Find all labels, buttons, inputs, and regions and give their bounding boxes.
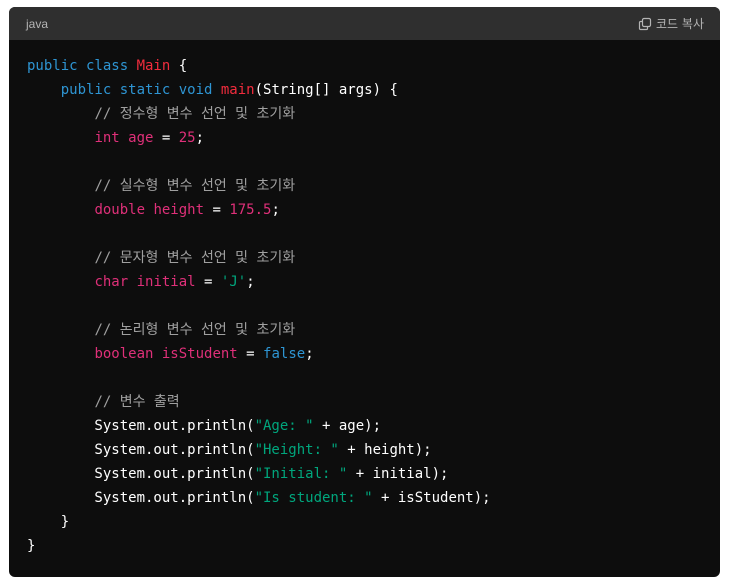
code-token-plain: ; xyxy=(271,202,280,218)
code-line: // 정수형 변수 선언 및 초기화 xyxy=(27,102,720,126)
code-token-string: "Is student: " xyxy=(254,490,373,506)
code-token-plain: (String[] args) { xyxy=(254,82,398,98)
code-token-plain: = xyxy=(237,346,264,362)
code-token-var: height xyxy=(153,202,205,218)
code-token-plain: } xyxy=(27,538,36,554)
copy-icon xyxy=(638,17,652,31)
code-line: public static void main(String[] args) { xyxy=(27,78,720,102)
code-token-plain: = xyxy=(195,274,221,290)
code-token-type: char xyxy=(94,274,137,290)
code-line: System.out.println("Height: " + height); xyxy=(27,438,720,462)
code-line: // 논리형 변수 선언 및 초기화 xyxy=(27,318,720,342)
code-block-header: java 코드 복사 xyxy=(9,7,720,40)
code-token-plain: { xyxy=(170,58,188,74)
code-line: } xyxy=(27,510,720,534)
code-token-plain: ; xyxy=(246,274,255,290)
code-token-var: isStudent xyxy=(161,346,238,362)
code-token-func: main xyxy=(220,82,255,98)
copy-code-label: 코드 복사 xyxy=(656,17,704,31)
code-token-comment: // 변수 출력 xyxy=(94,394,180,410)
code-line: public class Main { xyxy=(27,54,720,78)
code-token-string: "Height: " xyxy=(254,442,339,458)
code-token-string: 'J' xyxy=(220,274,247,290)
code-line: boolean isStudent = false; xyxy=(27,342,720,366)
code-token-plain: ; xyxy=(195,130,205,146)
code-token-keyword: public class xyxy=(27,58,137,74)
code-token-plain: + initial); xyxy=(347,466,449,482)
code-token-comment: // 정수형 변수 선언 및 초기화 xyxy=(94,106,296,122)
code-token-plain: ; xyxy=(305,346,314,362)
code-line: System.out.println("Is student: " + isSt… xyxy=(27,486,720,510)
language-label: java xyxy=(26,16,49,31)
code-line: } xyxy=(27,534,720,558)
code-line: char initial = 'J'; xyxy=(27,270,720,294)
code-token-plain: } xyxy=(27,514,70,530)
code-token-string: "Age: " xyxy=(254,418,314,434)
code-line: System.out.println("Initial: " + initial… xyxy=(27,462,720,486)
code-token-plain: System.out.println( xyxy=(27,442,255,458)
code-token-keyword: public static void xyxy=(60,82,221,98)
code-token-plain: + isStudent); xyxy=(372,490,491,506)
code-line: // 문자형 변수 선언 및 초기화 xyxy=(27,246,720,270)
code-token-number: 175.5 xyxy=(229,202,272,218)
code-block: java 코드 복사 public class Main { public st… xyxy=(9,7,720,577)
code-token-plain: System.out.println( xyxy=(27,418,255,434)
code-token-number: 25 xyxy=(178,130,196,146)
code-token-type: boolean xyxy=(94,346,162,362)
code-line: System.out.println("Age: " + age); xyxy=(27,414,720,438)
code-line: double height = 175.5; xyxy=(27,198,720,222)
code-token-plain: System.out.println( xyxy=(27,490,255,506)
code-token-plain: = xyxy=(153,130,179,146)
code-content[interactable]: public class Main { public static void m… xyxy=(9,40,720,558)
code-token-plain: System.out.println( xyxy=(27,466,255,482)
code-token-var: age xyxy=(128,130,154,146)
copy-code-button[interactable]: 코드 복사 xyxy=(638,15,704,32)
code-line: // 변수 출력 xyxy=(27,390,720,414)
code-token-plain: + age); xyxy=(313,418,382,434)
code-token-plain: + height); xyxy=(338,442,432,458)
code-token-comment: // 실수형 변수 선언 및 초기화 xyxy=(94,178,296,194)
code-token-plain: = xyxy=(204,202,230,218)
code-token-string: "Initial: " xyxy=(254,466,348,482)
code-token-keyword: false xyxy=(263,346,306,362)
code-token-classname: Main xyxy=(136,58,171,74)
code-line: // 실수형 변수 선언 및 초기화 xyxy=(27,174,720,198)
code-token-comment: // 논리형 변수 선언 및 초기화 xyxy=(94,322,296,338)
code-token-comment: // 문자형 변수 선언 및 초기화 xyxy=(94,250,296,266)
code-line: int age = 25; xyxy=(27,126,720,150)
code-token-type: int xyxy=(94,130,129,146)
code-token-var: initial xyxy=(136,274,196,290)
code-token-type: double xyxy=(94,202,154,218)
